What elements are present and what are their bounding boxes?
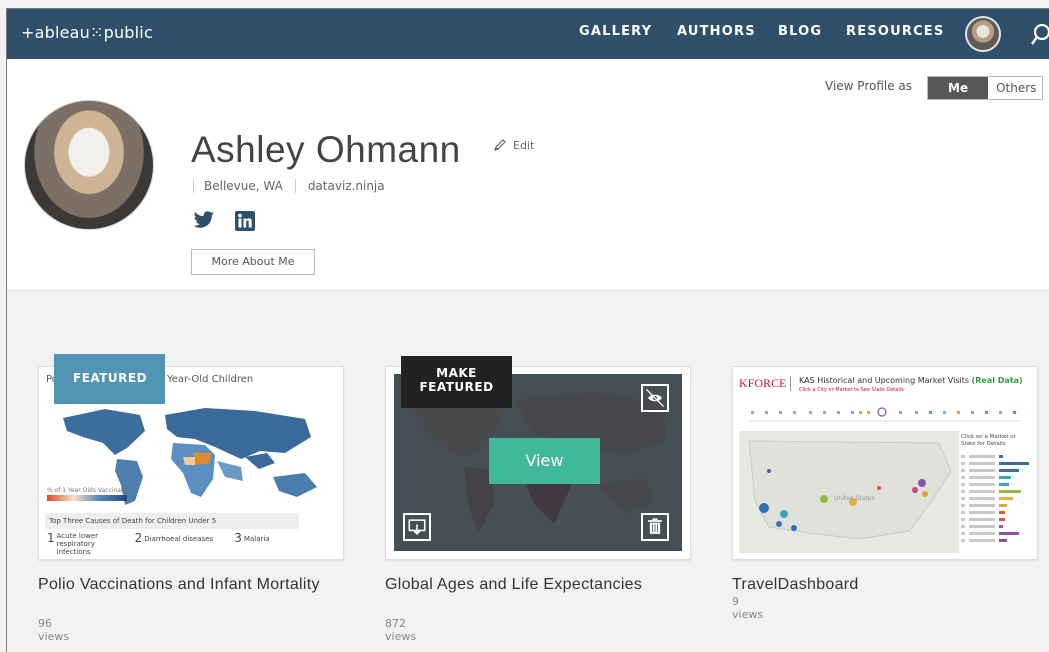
divider <box>294 179 296 193</box>
viz-thumbnail[interactable]: KFORCE KAS Historical and Upcoming Marke… <box>732 366 1038 560</box>
viz-title[interactable]: TravelDashboard <box>732 574 1032 595</box>
make-featured-label: FEATURED <box>419 380 494 394</box>
twitter-icon[interactable] <box>193 211 215 229</box>
top-nav-bar: +ableau⁙public GALLERY AUTHORS BLOG RESO… <box>7 9 1049 59</box>
viz-view-count: 96 views <box>38 617 70 643</box>
us-map-image <box>739 431 959 553</box>
nav-authors[interactable]: AUTHORS <box>677 24 756 39</box>
cause-item: 3 Malaria <box>234 532 269 556</box>
tableau-public-logo[interactable]: +ableau⁙public <box>21 23 153 42</box>
map-legend-label: % of 1 Year Olds Vaccinated <box>47 487 131 494</box>
cause-rank: 2 <box>134 531 143 545</box>
edit-profile-link[interactable]: Edit <box>493 138 534 152</box>
download-icon[interactable] <box>403 513 431 541</box>
profile-location: Bellevue, WA <box>204 179 283 193</box>
make-featured-label: MAKE <box>436 366 477 380</box>
thumb-heading-accent: (Real Data) <box>971 376 1023 385</box>
causes-header: Top Three Causes of Death for Children U… <box>45 513 299 529</box>
nav-resources[interactable]: RESOURCES <box>846 24 944 39</box>
view-as-me-option[interactable]: Me <box>928 77 989 99</box>
divider <box>193 179 194 193</box>
view-profile-toggle: Me Others <box>927 76 1044 100</box>
cause-rank: 1 <box>47 531 55 545</box>
linkedin-icon[interactable] <box>235 211 255 231</box>
view-button[interactable]: View <box>489 438 600 484</box>
featured-badge: FEATURED <box>54 354 165 404</box>
edit-label: Edit <box>513 138 535 152</box>
pencil-icon <box>494 139 506 151</box>
profile-name: Ashley Ohmann <box>191 129 461 170</box>
cause-rank: 3 <box>234 531 242 545</box>
make-featured-button[interactable]: MAKE FEATURED <box>401 356 512 408</box>
app-frame: +ableau⁙public GALLERY AUTHORS BLOG RESO… <box>6 8 1049 652</box>
viz-view-count: 872 views <box>385 617 417 643</box>
cause-label: Diarrhoeal diseases <box>144 535 214 543</box>
thumb-title: Year-Old Children <box>167 374 254 385</box>
delete-icon[interactable] <box>641 513 669 541</box>
thumb-subtitle: Click a City or Market to See State Deta… <box>799 387 904 393</box>
cause-label: Acute lower respiratory infections <box>56 532 99 556</box>
profile-website-link[interactable]: dataviz.ninja <box>308 179 385 193</box>
cause-label: Malaria <box>243 535 270 543</box>
map-country-label: United States <box>834 495 875 502</box>
more-about-me-button[interactable]: More About Me <box>191 249 315 275</box>
map-legend-gradient <box>47 495 127 501</box>
view-as-others-option[interactable]: Others <box>988 77 1043 99</box>
hide-viz-icon[interactable] <box>641 384 669 412</box>
thumb-heading-text: KAS Historical and Upcoming Market Visit… <box>799 376 969 385</box>
viz-view-count: 9 views <box>732 595 764 621</box>
user-avatar[interactable] <box>965 16 1001 52</box>
causes-list: 1 Acute lower respiratory infections 2 D… <box>47 532 337 556</box>
viz-title[interactable]: Polio Vaccinations and Infant Mortality <box>38 574 338 595</box>
side-panel-heading: Click on a Market or State for Details <box>961 434 1016 447</box>
profile-meta: Bellevue, WA dataviz.ninja <box>193 179 385 193</box>
view-profile-as-label: View Profile as <box>825 79 913 93</box>
timeline-strip <box>749 407 1021 422</box>
viz-title[interactable]: Global Ages and Life Expectancies <box>385 574 685 595</box>
search-icon[interactable] <box>1031 22 1049 46</box>
market-bar-list <box>961 455 1029 542</box>
profile-header: View Profile as Me Others Ashley Ohmann … <box>7 59 1049 291</box>
nav-gallery[interactable]: GALLERY <box>579 24 652 39</box>
thumb-heading: KAS Historical and Upcoming Market Visit… <box>799 376 1023 385</box>
profile-photo <box>24 100 154 230</box>
cause-item: 1 Acute lower respiratory infections <box>47 532 125 556</box>
nav-blog[interactable]: BLOG <box>778 24 822 39</box>
cause-item: 2 Diarrhoeal diseases <box>135 532 225 556</box>
social-links <box>193 211 255 231</box>
kforce-logo: KFORCE <box>739 376 792 391</box>
